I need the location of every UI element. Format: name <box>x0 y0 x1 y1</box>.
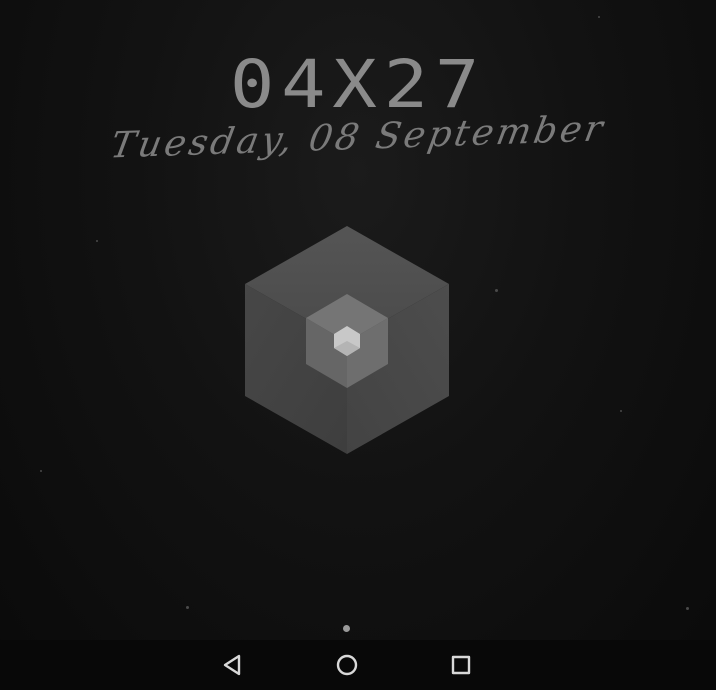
back-triangle-icon <box>223 654 241 676</box>
background-star <box>620 410 622 412</box>
background-star <box>686 607 689 610</box>
background-star <box>40 470 42 472</box>
clock-time: 04X27 <box>229 46 487 123</box>
background-star <box>96 240 98 242</box>
home-button[interactable] <box>317 640 377 690</box>
background-star <box>186 606 189 609</box>
lock-screen: 04X27 Tuesday, 08 September <box>0 0 716 690</box>
hexagon-cube-graphic <box>245 226 449 454</box>
page-indicator-dot <box>343 625 350 632</box>
navigation-bar <box>0 640 716 690</box>
home-circle-icon <box>336 654 358 676</box>
background-star <box>495 289 498 292</box>
background-star <box>598 16 600 18</box>
back-button[interactable] <box>203 640 263 690</box>
recents-button[interactable] <box>431 640 491 690</box>
hexagon-cube-icon[interactable] <box>242 224 452 456</box>
recents-square-icon <box>451 655 471 675</box>
